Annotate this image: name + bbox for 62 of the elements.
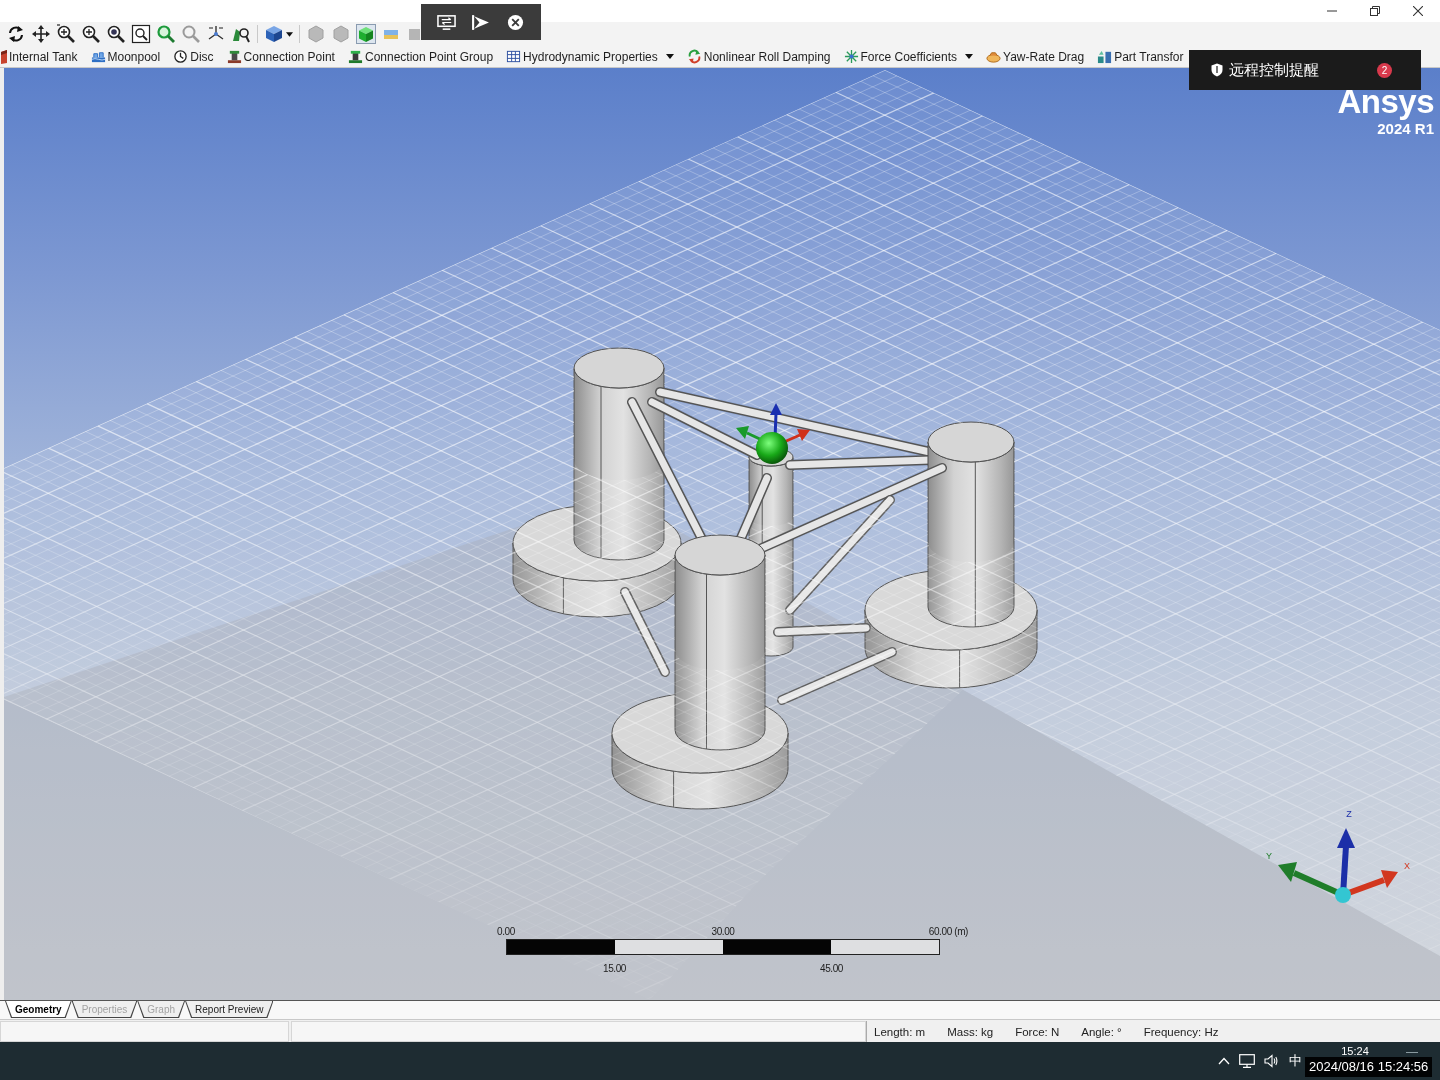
unit-label: Frequency: Hz <box>1143 1025 1219 1038</box>
switch-screen-icon[interactable] <box>436 13 456 31</box>
zoom-icon[interactable] <box>56 24 76 44</box>
feature-button[interactable]: Internal Tank <box>0 46 79 67</box>
clock-icon <box>173 49 189 64</box>
axis-label: X <box>1404 861 1410 871</box>
grid-icon <box>506 49 522 64</box>
burst-icon <box>843 49 859 64</box>
view-tab[interactable]: Report Preview <box>185 1001 274 1018</box>
spool-icon <box>226 49 242 64</box>
scale-label: 0.00 <box>497 926 515 938</box>
caret-icon[interactable] <box>286 31 293 37</box>
unit-label: Length: m <box>874 1025 926 1038</box>
cycle-arrows-icon <box>686 49 702 64</box>
close-icon[interactable] <box>1413 6 1423 16</box>
scale-label: 15.00 <box>603 963 626 975</box>
feature-button[interactable]: Force Coefficients <box>842 46 974 67</box>
unit-label: Mass: kg <box>947 1025 994 1038</box>
magnifier-icon[interactable] <box>106 24 126 44</box>
rotate-icon[interactable] <box>6 24 26 44</box>
notification-count: 2 <box>1377 62 1392 78</box>
feature-button[interactable]: Nonlinear Roll Damping <box>685 46 832 67</box>
feature-button[interactable]: Yaw-Rate Drag <box>985 46 1086 67</box>
close-icon[interactable] <box>506 13 526 31</box>
shield-icon <box>1211 63 1223 77</box>
scale-label: 45.00 <box>820 963 843 975</box>
notification-popup[interactable]: 远程控制提醒 2 <box>1189 50 1421 90</box>
notification-title: 远程控制提醒 <box>1229 60 1319 80</box>
shapes-icon <box>1097 49 1113 64</box>
axis-label: Y <box>1266 851 1272 861</box>
origin-sphere-icon <box>1335 887 1351 903</box>
feature-button[interactable]: Connection Point <box>225 46 336 67</box>
input-method-indicator[interactable]: 中 <box>1289 1052 1302 1070</box>
restore-icon[interactable] <box>1370 6 1380 16</box>
chevron-up-icon[interactable] <box>1218 1057 1230 1065</box>
axis-label: Z <box>1346 809 1352 819</box>
unit-label: Force: N <box>1015 1025 1060 1038</box>
flag-icon[interactable] <box>471 13 491 31</box>
cube-icon[interactable] <box>356 24 376 44</box>
view-tab[interactable]: Geometry <box>5 1001 72 1018</box>
pool-icon <box>90 49 106 64</box>
recording-timestamp: 2024/08/16 15:24:56 <box>1305 1057 1433 1077</box>
feature-button[interactable]: Moonpool <box>89 46 162 67</box>
scale-label: 60.00 (m) <box>928 926 968 938</box>
spool-icon <box>347 49 363 64</box>
zoom-in-icon[interactable] <box>81 24 101 44</box>
move-gizmo-icon[interactable] <box>736 403 810 464</box>
unit-label: Angle: ° <box>1081 1025 1122 1038</box>
version-label: 2024 R1 <box>1377 120 1434 137</box>
cut-off-icon <box>1 48 7 65</box>
monitor-icon[interactable] <box>1239 1054 1255 1068</box>
feature-button[interactable]: Disc <box>172 46 215 67</box>
pan-icon[interactable] <box>31 24 51 44</box>
feature-button[interactable]: Connection Point Group <box>346 46 495 67</box>
cube-icon[interactable] <box>264 24 284 44</box>
clock-time[interactable]: 15:24 <box>1341 1045 1369 1057</box>
ship-icon <box>986 49 1001 64</box>
feature-button[interactable]: Part Transfor <box>1096 46 1185 67</box>
scale-label: 30.00 <box>711 926 735 938</box>
speaker-icon[interactable] <box>1264 1054 1278 1068</box>
feature-button[interactable]: Hydrodynamic Properties <box>505 46 675 67</box>
zoom-box-icon[interactable] <box>131 24 151 44</box>
